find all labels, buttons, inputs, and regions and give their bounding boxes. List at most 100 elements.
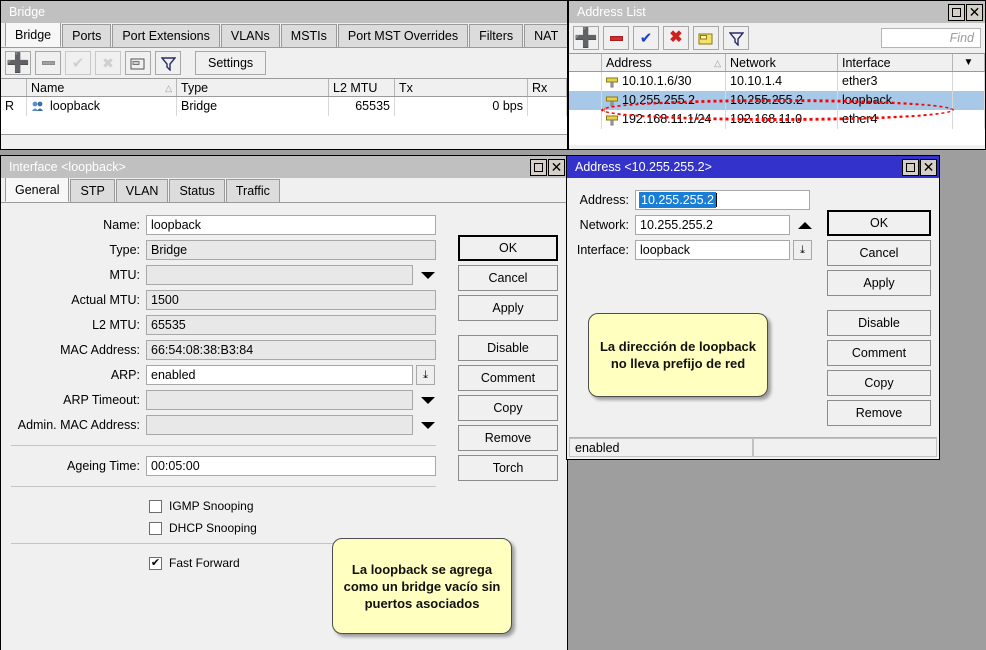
col-name[interactable]: Name △ bbox=[27, 79, 177, 96]
add-button[interactable]: ➕ bbox=[573, 26, 599, 50]
filter-button[interactable] bbox=[155, 51, 181, 75]
field-interface-label: Interface: bbox=[567, 243, 635, 257]
field-ageing-time-label: Ageing Time: bbox=[1, 459, 146, 473]
table-row[interactable]: 192.168.11.1/24 192.168.11.0 ether4 bbox=[569, 110, 985, 129]
chevron-up-icon[interactable] bbox=[798, 222, 812, 229]
enable-button[interactable]: ✔ bbox=[633, 26, 659, 50]
minus-icon bbox=[610, 36, 623, 41]
copy-button[interactable]: Copy bbox=[827, 370, 931, 396]
cancel-button[interactable]: Cancel bbox=[458, 265, 558, 291]
ok-button[interactable]: OK bbox=[827, 210, 931, 236]
network-input[interactable]: 10.255.255.2 bbox=[635, 215, 790, 235]
row-spacer bbox=[953, 91, 985, 110]
chevron-down-icon[interactable] bbox=[421, 422, 435, 429]
address-titlebar[interactable]: Address <10.255.255.2> ✕ bbox=[567, 156, 939, 178]
tab-ports[interactable]: Ports bbox=[62, 24, 111, 47]
col-type[interactable]: Type bbox=[177, 79, 329, 96]
torch-button[interactable]: Torch bbox=[458, 455, 558, 481]
cancel-button[interactable]: Cancel bbox=[827, 240, 931, 266]
arp-input[interactable]: enabled bbox=[146, 365, 413, 385]
disable-button[interactable]: Disable bbox=[458, 335, 558, 361]
plus-icon: ➕ bbox=[6, 54, 30, 73]
enable-button[interactable]: ✔ bbox=[65, 51, 91, 75]
table-row[interactable]: R loopback Bridge 65535 0 bps bbox=[1, 97, 567, 116]
tab-vlan[interactable]: VLAN bbox=[116, 179, 169, 202]
maximize-button[interactable] bbox=[948, 4, 965, 21]
arp-timeout-input[interactable] bbox=[146, 390, 413, 410]
checkbox-igmp-snooping[interactable]: IGMP Snooping bbox=[1, 499, 446, 513]
col-address[interactable]: Address △ bbox=[602, 54, 726, 71]
remove-button[interactable] bbox=[603, 26, 629, 50]
filter-button[interactable] bbox=[723, 26, 749, 50]
tab-vlans[interactable]: VLANs bbox=[221, 24, 280, 47]
search-input[interactable]: Find bbox=[881, 28, 981, 48]
tab-general[interactable]: General bbox=[5, 178, 69, 202]
cross-icon: ✖ bbox=[669, 30, 682, 46]
checkbox-dhcp-snooping-box[interactable] bbox=[149, 522, 162, 535]
row-tx: 0 bps bbox=[395, 97, 528, 116]
tab-filters[interactable]: Filters bbox=[469, 24, 523, 47]
tab-stp[interactable]: STP bbox=[70, 179, 114, 202]
interface-titlebar[interactable]: Interface <loopback> ✕ bbox=[1, 156, 567, 178]
comment-button[interactable] bbox=[693, 26, 719, 50]
tab-status[interactable]: Status bbox=[169, 179, 224, 202]
ok-button[interactable]: OK bbox=[458, 235, 558, 261]
col-tx[interactable]: Tx bbox=[395, 79, 528, 96]
comment-button[interactable]: Comment bbox=[827, 340, 931, 366]
admin-mac-address-input[interactable] bbox=[146, 415, 413, 435]
maximize-button[interactable] bbox=[902, 159, 919, 176]
disable-button[interactable]: Disable bbox=[827, 310, 931, 336]
address-list-window: Address List ✕ ➕ ✔ ✖ Find Address △ Ne bbox=[568, 0, 986, 150]
apply-button[interactable]: Apply bbox=[827, 270, 931, 296]
col-l2mtu[interactable]: L2 MTU bbox=[329, 79, 395, 96]
add-button[interactable]: ➕ bbox=[5, 51, 31, 75]
mtu-input[interactable] bbox=[146, 265, 413, 285]
col-flag[interactable] bbox=[569, 54, 602, 71]
checkbox-fast-forward-box[interactable]: ✔ bbox=[149, 557, 162, 570]
tab-traffic[interactable]: Traffic bbox=[226, 179, 280, 202]
maximize-button[interactable] bbox=[530, 159, 547, 176]
copy-button[interactable]: Copy bbox=[458, 395, 558, 421]
tab-port-extensions[interactable]: Port Extensions bbox=[112, 24, 220, 47]
arp-dropdown-button[interactable]: ⤓ bbox=[416, 365, 435, 385]
chevron-down-icon[interactable] bbox=[421, 272, 435, 279]
tab-mstis[interactable]: MSTIs bbox=[281, 24, 337, 47]
comment-button[interactable] bbox=[125, 51, 151, 75]
close-icon: ✕ bbox=[551, 160, 563, 174]
comment-button[interactable]: Comment bbox=[458, 365, 558, 391]
tab-bridge[interactable]: Bridge bbox=[5, 23, 61, 47]
col-rx[interactable]: Rx bbox=[528, 79, 567, 96]
address-input[interactable]: 10.255.255.2 bbox=[635, 190, 810, 210]
settings-button[interactable]: Settings bbox=[195, 51, 266, 75]
checkbox-igmp-snooping-box[interactable] bbox=[149, 500, 162, 513]
address-icon bbox=[606, 114, 618, 126]
chevron-down-icon[interactable] bbox=[421, 397, 435, 404]
col-network[interactable]: Network bbox=[726, 54, 838, 71]
col-flag[interactable] bbox=[1, 79, 27, 96]
close-button[interactable]: ✕ bbox=[966, 4, 983, 21]
table-row[interactable]: 10.255.255.2 10.255.255.2 loopback bbox=[569, 91, 985, 110]
tab-port-mst-overrides[interactable]: Port MST Overrides bbox=[338, 24, 468, 47]
interface-dropdown-button[interactable]: ⤓ bbox=[793, 240, 812, 260]
tab-nat[interactable]: NAT bbox=[524, 24, 567, 47]
field-actual-mtu-label: Actual MTU: bbox=[1, 293, 146, 307]
col-interface[interactable]: Interface bbox=[838, 54, 953, 71]
checkbox-dhcp-snooping[interactable]: DHCP Snooping bbox=[1, 521, 446, 535]
interface-input[interactable]: loopback bbox=[635, 240, 790, 260]
bridge-toolbar: ➕ ✔ ✖ Settings bbox=[1, 48, 567, 78]
apply-button[interactable]: Apply bbox=[458, 295, 558, 321]
row-address: 192.168.11.1/24 bbox=[602, 110, 726, 129]
disable-button[interactable]: ✖ bbox=[663, 26, 689, 50]
name-input[interactable]: loopback bbox=[146, 215, 436, 235]
disable-button[interactable]: ✖ bbox=[95, 51, 121, 75]
bridge-titlebar[interactable]: Bridge bbox=[1, 1, 567, 23]
remove-button[interactable]: Remove bbox=[458, 425, 558, 451]
remove-button[interactable]: Remove bbox=[827, 400, 931, 426]
table-row[interactable]: 10.10.1.6/30 10.10.1.4 ether3 bbox=[569, 72, 985, 91]
address-list-titlebar[interactable]: Address List ✕ bbox=[569, 1, 985, 23]
close-button[interactable]: ✕ bbox=[548, 159, 565, 176]
ageing-time-input[interactable]: 00:05:00 bbox=[146, 456, 436, 476]
column-menu-button[interactable]: ▼ bbox=[953, 54, 985, 71]
remove-button[interactable] bbox=[35, 51, 61, 75]
close-button[interactable]: ✕ bbox=[920, 159, 937, 176]
